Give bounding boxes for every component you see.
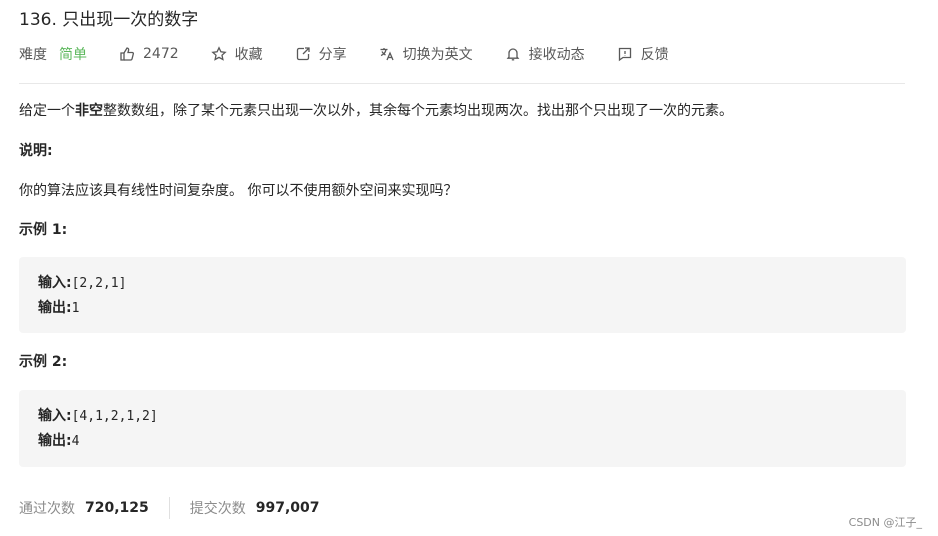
description-text: 给定一个 [19,103,75,119]
difficulty-badge: 简单 [59,47,87,63]
example-1-codeblock: 输入:[2,2,1] 输出:1 [19,257,906,333]
accepted-label: 通过次数 [19,501,75,517]
favorite-label: 收藏 [234,47,263,63]
share-icon [296,47,310,61]
switch-language-label: 切换为英文 [402,47,473,63]
example-2-title: 示例 2: [19,354,68,370]
example-2-input-row: 输入:[4,1,2,1,2] [38,404,887,429]
problem-page: 136. 只出现一次的数字 难度 简单 2472 收藏 分享 切换为英文 接收动… [0,0,938,536]
submissions-count: 997,007 [255,500,320,516]
share-label: 分享 [318,47,347,63]
note-paragraph: 你的算法应该具有线性时间复杂度。 你可以不使用额外空间来实现吗？ [19,183,458,199]
problem-title: 136. 只出现一次的数字 [19,10,199,30]
example-2-output-row: 输出:4 [38,429,887,454]
problem-meta-bar: 难度 简单 2472 收藏 分享 切换为英文 接收动态 反馈 [19,43,701,65]
share-button[interactable]: 分享 [295,44,347,64]
output-value: 1 [71,301,80,316]
input-value: [4,1,2,1,2] [71,409,158,424]
example-1-title: 示例 1: [19,222,68,238]
switch-language-button[interactable]: 切换为英文 [379,44,473,64]
description-emphasis: 非空 [75,103,103,119]
stats-separator [168,497,170,519]
difficulty-label: 难度 [19,47,47,63]
feedback-icon [618,47,631,62]
output-label: 输出: [38,433,72,449]
notifications-button[interactable]: 接收动态 [505,44,585,64]
favorite-button[interactable]: 收藏 [210,44,263,64]
submission-stats: 通过次数 720,125 提交次数 997,007 [19,496,320,520]
input-value: [2,2,1] [71,276,127,291]
example-1-input-row: 输入:[2,2,1] [38,271,887,296]
notifications-label: 接收动态 [528,47,585,63]
like-count: 2472 [143,46,179,62]
star-icon [210,46,227,61]
input-label: 输入: [38,275,72,291]
accepted-count: 720,125 [85,500,149,516]
header-divider [19,83,905,84]
like-button[interactable]: 2472 [119,46,179,62]
output-value: 4 [71,434,80,449]
submissions-label: 提交次数 [189,501,246,517]
feedback-label: 反馈 [640,47,669,63]
feedback-button[interactable]: 反馈 [617,44,669,64]
thumbs-up-icon [120,47,134,61]
description-paragraph: 给定一个非空整数数组，除了某个元素只出现一次以外，其余每个元素均出现两次。找出那… [19,98,733,124]
translate-icon [380,48,394,61]
note-heading: 说明: [19,143,53,159]
description-text: 整数数组，除了某个元素只出现一次以外，其余每个元素均出现两次。找出那个只出现了一… [103,103,733,119]
input-label: 输入: [38,408,72,424]
example-1-output-row: 输出:1 [38,296,887,321]
watermark-text: CSDN @江子_ [848,516,922,529]
example-2-codeblock: 输入:[4,1,2,1,2] 输出:4 [19,390,906,467]
bell-icon [506,48,520,61]
output-label: 输出: [38,300,72,316]
